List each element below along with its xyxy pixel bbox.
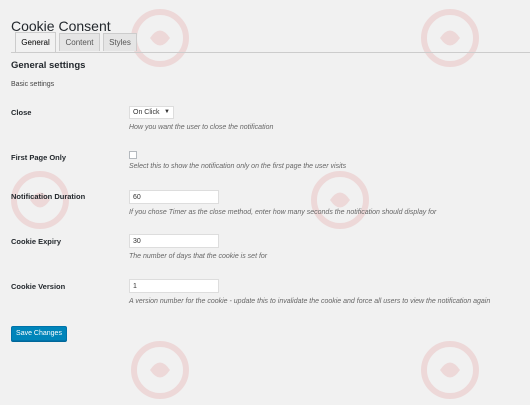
first-page-only-label: First Page Only xyxy=(11,153,67,162)
cookie-expiry-input[interactable] xyxy=(129,234,219,248)
tab-styles[interactable]: Styles xyxy=(103,33,137,51)
section-title: General settings xyxy=(11,60,86,71)
cookie-expiry-description: The number of days that the cookie is se… xyxy=(129,253,268,260)
tab-content[interactable]: Content xyxy=(59,33,100,51)
notification-duration-input[interactable] xyxy=(129,190,219,204)
close-description: How you want the user to close the notif… xyxy=(129,124,274,131)
tab-general[interactable]: General xyxy=(15,32,56,52)
watermark-logo xyxy=(311,171,369,229)
close-label: Close xyxy=(11,108,32,117)
dropdown-arrow-icon: ▼ xyxy=(164,109,170,115)
tab-bar: General Content Styles xyxy=(11,31,530,53)
watermark-logo xyxy=(131,341,189,399)
notification-duration-label: Notification Duration xyxy=(11,192,86,201)
cookie-expiry-label: Cookie Expiry xyxy=(11,237,62,246)
cookie-version-input[interactable] xyxy=(129,279,219,293)
save-changes-button[interactable]: Save Changes xyxy=(11,326,67,341)
close-select[interactable]: On Click ▼ xyxy=(129,106,174,119)
cookie-version-label: Cookie Version xyxy=(11,282,66,291)
close-select-value: On Click xyxy=(133,109,160,116)
first-page-only-description: Select this to show the notification onl… xyxy=(129,163,347,170)
first-page-only-checkbox[interactable] xyxy=(129,151,137,159)
notification-duration-description: If you chose Timer as the close method, … xyxy=(129,209,437,216)
section-subtitle: Basic settings xyxy=(11,81,55,88)
cookie-version-description: A version number for the cookie - update… xyxy=(129,298,491,305)
watermark-logo xyxy=(421,341,479,399)
